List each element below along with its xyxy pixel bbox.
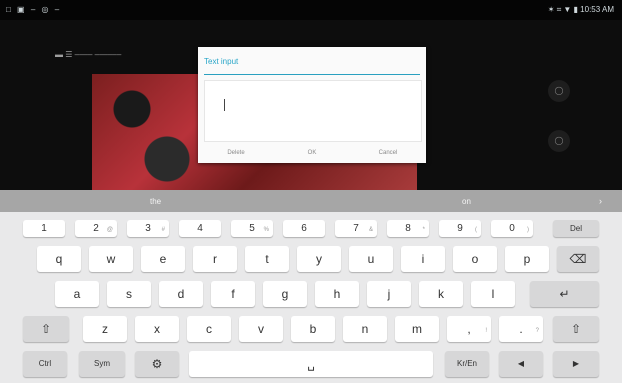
- cancel-button[interactable]: Cancel: [350, 143, 426, 163]
- key-label: .: [519, 322, 523, 336]
- key-hint: @: [106, 227, 113, 233]
- key-8[interactable]: 8 *: [387, 220, 429, 237]
- key-n[interactable]: n: [343, 316, 387, 342]
- key-label: 5: [249, 223, 255, 234]
- key-u[interactable]: u: [349, 246, 393, 272]
- delete-button[interactable]: Delete: [198, 143, 274, 163]
- key-j[interactable]: j: [367, 281, 411, 307]
- key-5[interactable]: 5%: [231, 220, 273, 237]
- key-comma[interactable]: ,!: [447, 316, 491, 342]
- key-hint: !: [485, 328, 487, 334]
- key-m[interactable]: m: [395, 316, 439, 342]
- key-label: 2: [93, 223, 99, 234]
- key-y[interactable]: y: [297, 246, 341, 272]
- key-2[interactable]: 2 @: [75, 220, 117, 237]
- suggestion-expand-icon[interactable]: ›: [599, 196, 602, 206]
- key-i[interactable]: i: [401, 246, 445, 272]
- suggestion-item[interactable]: on: [462, 197, 471, 206]
- key-4[interactable]: 4: [179, 220, 221, 237]
- key-label: 4: [197, 223, 203, 234]
- key-6[interactable]: 6: [283, 220, 325, 237]
- key-h[interactable]: h: [315, 281, 359, 307]
- status-left-icons: □ ▣ – ◎ –: [6, 5, 62, 14]
- onscreen-keyboard: the on › 1 2 @ 3 # 4 5% 6 7 & 8 * 9( 0) Del …: [0, 190, 622, 383]
- key-c[interactable]: c: [187, 316, 231, 342]
- text-cursor: [224, 99, 225, 111]
- key-a[interactable]: a: [55, 281, 99, 307]
- key-label: 0: [509, 223, 515, 234]
- key-label: 6: [301, 223, 307, 234]
- key-7[interactable]: 7 &: [335, 220, 377, 237]
- settings-icon[interactable]: ⚙: [135, 351, 179, 377]
- ctrl-key[interactable]: Ctrl: [23, 351, 67, 377]
- language-switch-key[interactable]: Kr/En: [445, 351, 489, 377]
- status-right-info: ✶ ⌗ ▼ ▮ 10:53 AM: [547, 5, 614, 14]
- app-toolbar: ▬ ☰ –––– ––––––: [55, 50, 122, 59]
- suggestion-bar: the on ›: [0, 190, 622, 212]
- backspace-icon[interactable]: ⌫: [557, 246, 599, 272]
- app-side-button-top[interactable]: ◯: [548, 80, 570, 102]
- key-hint: ?: [535, 328, 539, 334]
- ok-button[interactable]: OK: [274, 143, 350, 163]
- key-label: 1: [41, 223, 47, 234]
- key-w[interactable]: w: [89, 246, 133, 272]
- key-o[interactable]: o: [453, 246, 497, 272]
- key-l[interactable]: l: [471, 281, 515, 307]
- text-input-dialog: Text input Delete OK Cancel: [198, 47, 426, 163]
- dialog-title-divider: [204, 74, 420, 75]
- key-r[interactable]: r: [193, 246, 237, 272]
- key-g[interactable]: g: [263, 281, 307, 307]
- key-s[interactable]: s: [107, 281, 151, 307]
- key-3[interactable]: 3 #: [127, 220, 169, 237]
- space-icon: ␣: [307, 357, 315, 371]
- key-label: 9: [457, 223, 463, 234]
- dialog-buttons: Delete OK Cancel: [198, 143, 426, 163]
- key-0[interactable]: 0): [491, 220, 533, 237]
- key-x[interactable]: x: [135, 316, 179, 342]
- key-label: ,: [467, 322, 471, 336]
- key-hint: &: [368, 227, 373, 233]
- key-e[interactable]: e: [141, 246, 185, 272]
- key-t[interactable]: t: [245, 246, 289, 272]
- key-b[interactable]: b: [291, 316, 335, 342]
- key-p[interactable]: p: [505, 246, 549, 272]
- space-bar[interactable]: ␣: [189, 351, 433, 377]
- key-label: 3: [145, 223, 151, 234]
- key-d[interactable]: d: [159, 281, 203, 307]
- shift-right-icon[interactable]: ⇧: [553, 316, 599, 342]
- shift-left-icon[interactable]: ⇧: [23, 316, 69, 342]
- key-hint: %: [263, 227, 269, 233]
- suggestion-item[interactable]: the: [150, 197, 161, 206]
- key-hint: #: [161, 227, 165, 233]
- key-q[interactable]: q: [37, 246, 81, 272]
- dialog-title: Text input: [204, 57, 239, 66]
- key-f[interactable]: f: [211, 281, 255, 307]
- key-k[interactable]: k: [419, 281, 463, 307]
- status-bar: □ ▣ – ◎ – ✶ ⌗ ▼ ▮ 10:53 AM: [0, 0, 622, 20]
- key-period[interactable]: .?: [499, 316, 543, 342]
- cursor-left-icon[interactable]: ◀: [499, 351, 543, 377]
- app-side-button-bottom[interactable]: ◯: [548, 130, 570, 152]
- text-input-field[interactable]: [204, 80, 422, 142]
- enter-icon[interactable]: ↵: [530, 281, 599, 307]
- cursor-right-icon[interactable]: ▶: [553, 351, 599, 377]
- key-label: 7: [353, 223, 359, 234]
- key-v[interactable]: v: [239, 316, 283, 342]
- key-9[interactable]: 9(: [439, 220, 481, 237]
- key-label: 8: [405, 223, 411, 234]
- key-hint: ): [527, 227, 529, 233]
- key-hint: *: [422, 227, 425, 233]
- sym-key[interactable]: Sym: [79, 351, 125, 377]
- del-key[interactable]: Del: [553, 220, 599, 237]
- key-1[interactable]: 1: [23, 220, 65, 237]
- key-hint: (: [475, 227, 477, 233]
- key-z[interactable]: z: [83, 316, 127, 342]
